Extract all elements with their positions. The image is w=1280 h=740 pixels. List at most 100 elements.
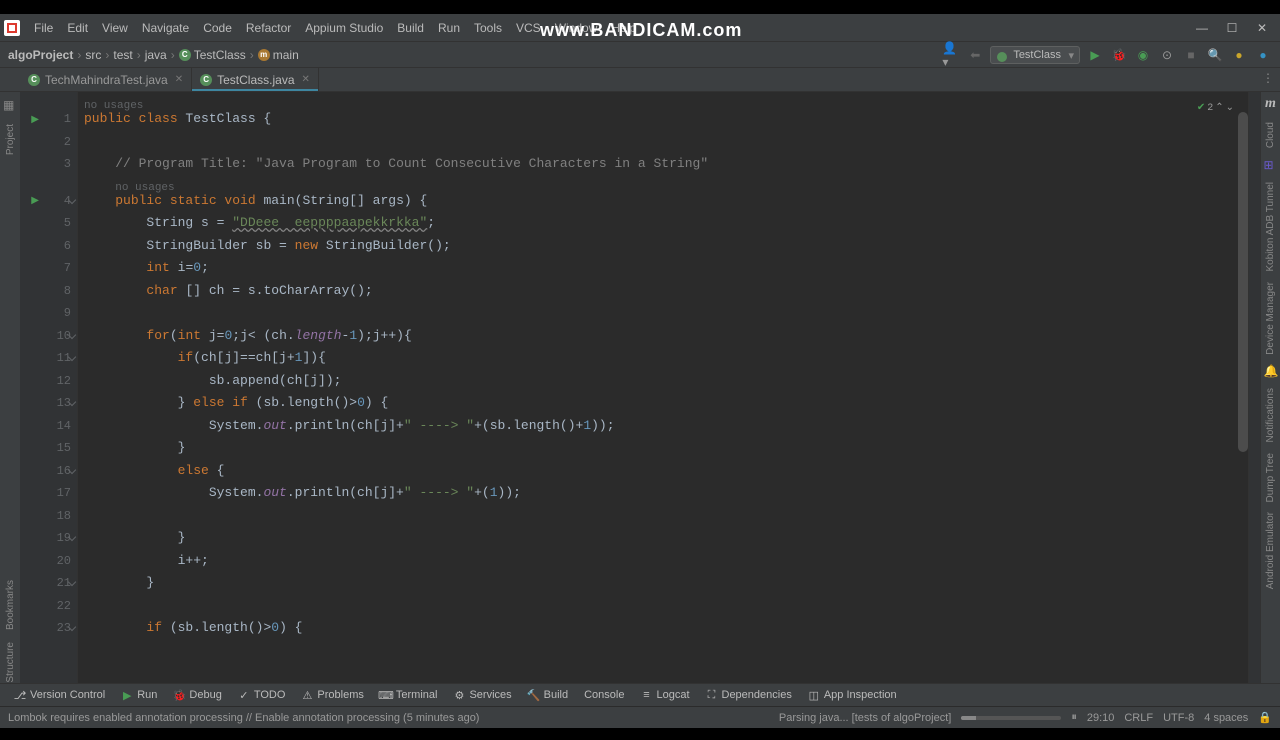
tool-run[interactable]: ▶Run	[115, 687, 163, 703]
class-icon: C	[28, 74, 40, 86]
code-area[interactable]: ✔2 ⌃ ⌄ no usages public class TestClass …	[78, 92, 1248, 683]
inspect-icon: ◫	[808, 689, 820, 701]
menu-run[interactable]: Run	[432, 19, 466, 37]
coverage-button[interactable]: ◉	[1134, 46, 1152, 64]
run-button[interactable]: ▶	[1086, 46, 1104, 64]
breadcrumb-test[interactable]: test	[113, 48, 132, 62]
grid-icon[interactable]: ⊞	[1264, 158, 1278, 172]
tool-vcs[interactable]: ⎇Version Control	[8, 687, 111, 703]
rail-project[interactable]: Project	[5, 124, 16, 155]
rail-devicemgr[interactable]: Device Manager	[1265, 282, 1276, 355]
menu-build[interactable]: Build	[391, 19, 430, 37]
tool-logcat[interactable]: ≡Logcat	[634, 687, 695, 703]
debug-button[interactable]: 🐞	[1110, 46, 1128, 64]
rail-emulator[interactable]: Android Emulator	[1265, 512, 1276, 589]
logcat-icon: ≡	[640, 689, 652, 701]
status-indexing: Parsing java... [tests of algoProject]	[779, 712, 951, 724]
menu-view[interactable]: View	[96, 19, 134, 37]
bell-icon[interactable]: 🔔	[1264, 364, 1278, 378]
services-icon: ⚙	[453, 689, 465, 701]
tool-todo[interactable]: ✓TODO	[232, 687, 292, 703]
project-icon[interactable]: ▦	[3, 98, 17, 112]
method-icon: m	[258, 49, 270, 61]
progress-bar	[961, 716, 1061, 720]
lock-icon[interactable]: 🔒	[1258, 711, 1272, 724]
status-linesep[interactable]: CRLF	[1124, 712, 1153, 724]
status-linecol[interactable]: 29:10	[1087, 712, 1115, 724]
deps-icon: ⛶	[706, 689, 718, 701]
breadcrumb-src[interactable]: src	[85, 48, 101, 62]
tool-terminal[interactable]: ⌨Terminal	[374, 687, 444, 703]
app-icon	[4, 20, 20, 36]
breadcrumb-class[interactable]: TestClass	[194, 48, 246, 62]
rail-kobiton[interactable]: Kobiton ADB Tunnel	[1265, 182, 1276, 272]
error-stripe[interactable]	[1248, 92, 1260, 683]
user-icon[interactable]: 👤▾	[942, 46, 960, 64]
branch-icon: ⎇	[14, 689, 26, 701]
rail-bookmarks[interactable]: Bookmarks	[5, 580, 16, 630]
close-icon[interactable]: ✕	[302, 74, 310, 85]
warning-icon: ⚠	[301, 689, 313, 701]
minimize-button[interactable]: —	[1196, 22, 1208, 34]
maven-icon[interactable]: m	[1265, 96, 1276, 112]
tool-build[interactable]: 🔨Build	[522, 687, 574, 703]
terminal-icon: ⌨	[380, 689, 392, 701]
tab-options-icon[interactable]: ⋮	[1256, 68, 1280, 91]
menu-code[interactable]: Code	[197, 19, 238, 37]
status-bar: Lombok requires enabled annotation proce…	[0, 706, 1280, 728]
tab-testclass[interactable]: C TestClass.java ✕	[192, 68, 319, 91]
right-tool-rail: m Cloud ⊞ Kobiton ADB Tunnel Device Mana…	[1260, 92, 1280, 683]
menu-tools[interactable]: Tools	[468, 19, 508, 37]
status-indent[interactable]: 4 spaces	[1204, 712, 1248, 724]
navigation-toolbar: algoProject › src › test › java › CTestC…	[0, 42, 1280, 68]
gutter: ▶1 2 3 ▶4 5 6 7 8 9 10 11 12 13 14 15 16…	[20, 92, 78, 683]
breadcrumb-java[interactable]: java	[145, 48, 167, 62]
rail-cloud[interactable]: Cloud	[1265, 122, 1276, 148]
maximize-button[interactable]: ☐	[1226, 22, 1238, 34]
stop-button[interactable]: ■	[1182, 46, 1200, 64]
rail-notifications[interactable]: Notifications	[1265, 388, 1276, 442]
search-icon[interactable]: 🔍	[1206, 46, 1224, 64]
inspection-badge[interactable]: ✔2 ⌃ ⌄	[1197, 98, 1234, 121]
tab-label: TechMahindraTest.java	[45, 73, 168, 87]
tab-techmahindratest[interactable]: C TechMahindraTest.java ✕	[20, 68, 192, 91]
run-config-selector[interactable]: TestClass	[990, 46, 1080, 64]
play-icon: ▶	[121, 689, 133, 701]
code-editor[interactable]: ▶1 2 3 ▶4 5 6 7 8 9 10 11 12 13 14 15 16…	[20, 92, 1260, 683]
tool-services[interactable]: ⚙Services	[447, 687, 517, 703]
run-gutter-icon[interactable]: ▶	[31, 195, 39, 206]
status-encoding[interactable]: UTF-8	[1163, 712, 1194, 724]
menu-edit[interactable]: Edit	[61, 19, 94, 37]
bug-icon: 🐞	[173, 689, 185, 701]
menu-appium[interactable]: Appium Studio	[299, 19, 389, 37]
class-icon: C	[200, 74, 212, 86]
run-gutter-icon[interactable]: ▶	[31, 114, 39, 125]
rail-structure[interactable]: Structure	[5, 642, 16, 683]
progress-pause-icon[interactable]: ⏸	[1071, 711, 1077, 724]
editor-tabs: C TechMahindraTest.java ✕ C TestClass.ja…	[0, 68, 1280, 92]
breadcrumb: algoProject › src › test › java › CTestC…	[8, 48, 299, 62]
ide-update-icon[interactable]: ●	[1230, 46, 1248, 64]
close-button[interactable]: ✕	[1256, 22, 1268, 34]
hammer-icon: 🔨	[528, 689, 540, 701]
watermark: www.BANDICAM.com	[540, 20, 742, 41]
rail-dumptree[interactable]: Dump Tree	[1265, 453, 1276, 502]
tool-console[interactable]: Console	[578, 687, 630, 703]
menu-file[interactable]: File	[28, 19, 59, 37]
menu-refactor[interactable]: Refactor	[240, 19, 297, 37]
tab-label: TestClass.java	[217, 73, 294, 87]
menu-navigate[interactable]: Navigate	[136, 19, 195, 37]
settings-sync-icon[interactable]: ●	[1254, 46, 1272, 64]
tool-problems[interactable]: ⚠Problems	[295, 687, 369, 703]
tool-deps[interactable]: ⛶Dependencies	[700, 687, 798, 703]
tool-appinspect[interactable]: ◫App Inspection	[802, 687, 903, 703]
left-tool-rail: ▦ Project Bookmarks Structure	[0, 92, 20, 683]
tool-debug[interactable]: 🐞Debug	[167, 687, 227, 703]
status-message[interactable]: Lombok requires enabled annotation proce…	[8, 712, 479, 724]
back-button[interactable]: ⬅	[966, 46, 984, 64]
breadcrumb-method[interactable]: main	[273, 48, 299, 62]
breadcrumb-project[interactable]: algoProject	[8, 48, 73, 62]
scrollbar-thumb[interactable]	[1238, 112, 1248, 452]
close-icon[interactable]: ✕	[175, 74, 183, 85]
profile-button[interactable]: ⊙	[1158, 46, 1176, 64]
